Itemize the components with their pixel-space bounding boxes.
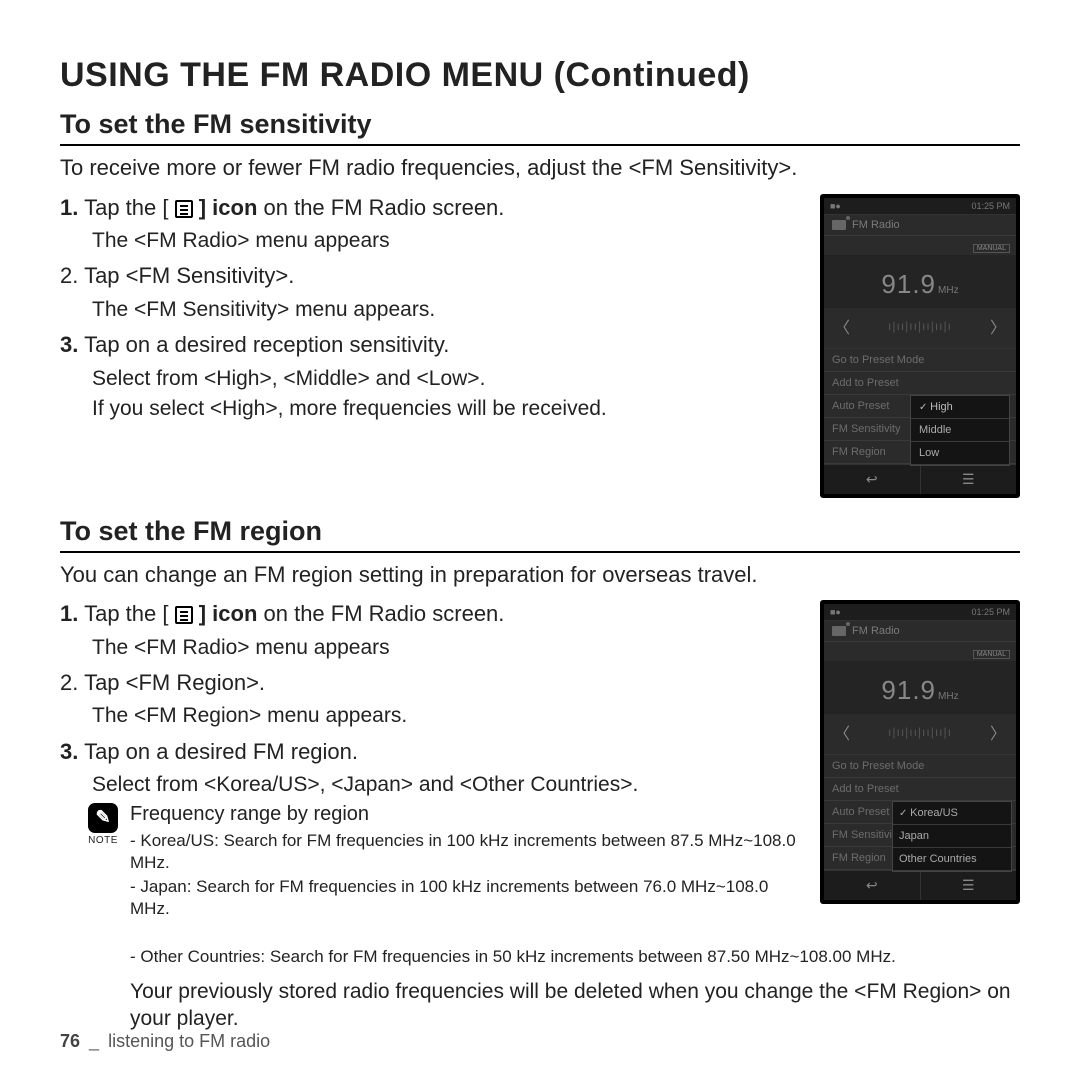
note-line-2: - Japan: Search for FM frequencies in 10…: [130, 876, 800, 920]
page-number: 76: [60, 1031, 80, 1051]
manual-badge: MANUAL: [973, 650, 1010, 659]
page-footer: 76 _ listening to FM radio: [60, 1031, 270, 1052]
opt-middle[interactable]: Middle: [911, 419, 1009, 442]
back-button[interactable]: ↩: [824, 871, 921, 900]
tune-right-icon[interactable]: 〉: [990, 720, 1006, 744]
page-title: USING THE FM RADIO MENU (Continued): [60, 56, 1020, 95]
phone-mockup-region: ■●01:25 PM FM Radio MANUAL 91.9MHz 〈ı|ıı…: [820, 600, 1020, 904]
reg-step-3-sub: Select from <Korea/US>, <Japan> and <Oth…: [92, 772, 800, 798]
menu-button[interactable]: ☰: [921, 871, 1017, 900]
reg-step-3: 3. Tap on a desired FM region.: [60, 738, 800, 767]
opt-japan[interactable]: Japan: [893, 825, 1011, 848]
region-popup: Korea/US Japan Other Countries: [892, 801, 1012, 872]
note-label: NOTE: [86, 835, 120, 846]
section-sensitivity-title: To set the FM sensitivity: [60, 109, 1020, 146]
frequency-unit: MHz: [938, 285, 959, 296]
sens-step-2: 2. Tap <FM Sensitivity>.: [60, 262, 800, 291]
note-icon: ✎: [88, 803, 118, 833]
tune-right-icon[interactable]: 〉: [990, 314, 1006, 338]
opt-korea-us[interactable]: Korea/US: [893, 802, 1011, 825]
region-intro: You can change an FM region setting in p…: [60, 561, 1020, 589]
reg-step-1: 1. Tap the [ ] icon on the FM Radio scre…: [60, 600, 800, 629]
phone-title: FM Radio: [852, 219, 900, 231]
radio-icon: [832, 220, 846, 230]
phone-time: 01:25 PM: [971, 607, 1010, 617]
frequency-unit: MHz: [938, 691, 959, 702]
note-title: Frequency range by region: [130, 803, 800, 826]
chapter-name: listening to FM radio: [108, 1031, 270, 1051]
sensitivity-popup: High Middle Low: [910, 395, 1010, 466]
note-long: Your previously stored radio frequencies…: [130, 978, 1020, 1033]
opt-high[interactable]: High: [911, 396, 1009, 419]
reg-step-1-sub: The <FM Radio> menu appears: [92, 635, 800, 661]
reg-step-2-sub: The <FM Region> menu appears.: [92, 703, 800, 729]
menu-goto-preset[interactable]: Go to Preset Mode: [824, 755, 1016, 778]
manual-badge: MANUAL: [973, 244, 1010, 253]
sens-step-2-sub: The <FM Sensitivity> menu appears.: [92, 297, 800, 323]
menu-icon: [175, 200, 193, 218]
menu-icon: [175, 606, 193, 624]
sens-step-1: 1. Tap the [ ] icon on the FM Radio scre…: [60, 194, 800, 223]
opt-low[interactable]: Low: [911, 442, 1009, 465]
phone-time: 01:25 PM: [971, 201, 1010, 211]
sens-step-1-sub: The <FM Radio> menu appears: [92, 228, 800, 254]
note-line-3: - Other Countries: Search for FM frequen…: [130, 946, 1020, 968]
sensitivity-intro: To receive more or fewer FM radio freque…: [60, 154, 1020, 182]
radio-icon: [832, 626, 846, 636]
note-line-1: - Korea/US: Search for FM frequencies in…: [130, 830, 800, 874]
menu-button[interactable]: ☰: [921, 465, 1017, 494]
note-block: ✎ NOTE Frequency range by region - Korea…: [86, 803, 800, 922]
back-button[interactable]: ↩: [824, 465, 921, 494]
footer-sep: _: [89, 1031, 99, 1051]
phone-title: FM Radio: [852, 625, 900, 637]
menu-add-preset[interactable]: Add to Preset: [824, 778, 1016, 801]
sens-step-3-sub2: If you select <High>, more frequencies w…: [92, 396, 800, 422]
section-region-title: To set the FM region: [60, 516, 1020, 553]
menu-add-preset[interactable]: Add to Preset: [824, 372, 1016, 395]
frequency-value: 91.9: [881, 269, 936, 299]
opt-other[interactable]: Other Countries: [893, 848, 1011, 871]
sens-step-3: 3. Tap on a desired reception sensitivit…: [60, 331, 800, 360]
sens-step-3-sub1: Select from <High>, <Middle> and <Low>.: [92, 366, 800, 392]
menu-goto-preset[interactable]: Go to Preset Mode: [824, 349, 1016, 372]
tune-left-icon[interactable]: 〈: [834, 314, 850, 338]
reg-step-2: 2. Tap <FM Region>.: [60, 669, 800, 698]
tune-left-icon[interactable]: 〈: [834, 720, 850, 744]
frequency-value: 91.9: [881, 675, 936, 705]
phone-mockup-sensitivity: ■●01:25 PM FM Radio MANUAL 91.9MHz 〈ı|ıı…: [820, 194, 1020, 498]
